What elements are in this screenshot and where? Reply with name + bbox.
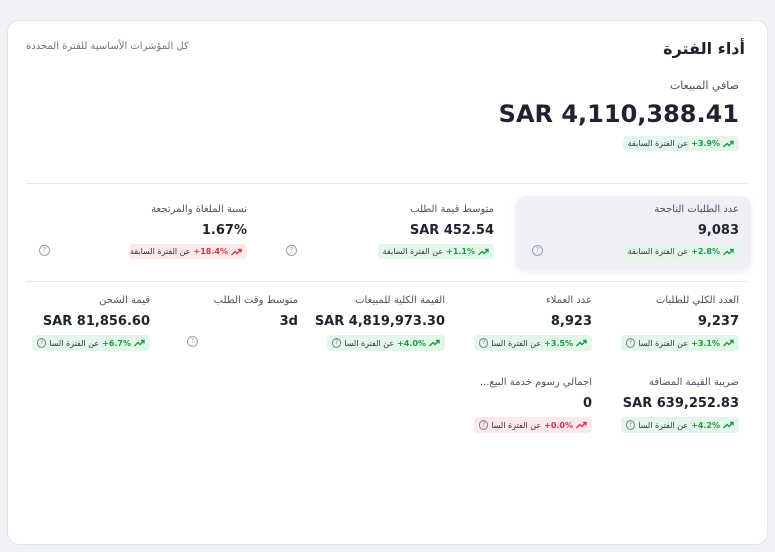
metric-change-badge: +18.4% عن الفترة السابقة xyxy=(129,244,247,259)
help-circle-icon[interactable]: ? xyxy=(332,338,342,348)
metric-change-badge: +0.0% عن الفترة السا ? xyxy=(474,417,592,433)
change-percent: +4.0% xyxy=(397,338,426,348)
net-sales-change-badge: +3.9% عن الفترة السابقة xyxy=(622,136,739,151)
change-text: عن الفترة السا xyxy=(344,338,395,348)
change-percent: +1.1% xyxy=(446,247,475,256)
metric-label: متوسط قيمة الطلب xyxy=(410,204,494,215)
change-text: عن الفترة السا xyxy=(638,338,689,348)
period-performance-card: أداء الفترة كل المؤشرات الأساسية للفترة … xyxy=(7,20,768,545)
metric-value: 8,923 xyxy=(550,314,592,329)
metric-value: 0 xyxy=(582,396,592,411)
metric-successful-orders[interactable]: عدد الطلبات الناجحة 9,083 +2.8% عن الفتر… xyxy=(539,204,739,260)
trend-up-icon xyxy=(576,339,587,347)
metric-avg-order-value[interactable]: متوسط قيمة الطلب SAR 452.54 +1.1% عن الف… xyxy=(294,204,494,260)
change-text: عن الفترة السابقة xyxy=(382,247,444,256)
metric-total-sales-value[interactable]: القيمة الكلية للمبيعات SAR 4,819,973.30 … xyxy=(305,295,445,351)
change-percent: +3.1% xyxy=(691,338,720,348)
help-circle-icon[interactable]: ? xyxy=(187,336,198,347)
trend-up-icon xyxy=(723,248,734,256)
help-circle-icon[interactable]: ? xyxy=(479,338,489,348)
trend-up-icon xyxy=(723,421,734,429)
metric-avg-order-time[interactable]: متوسط وقت الطلب 3d xyxy=(178,295,298,329)
metric-value: 9,083 xyxy=(697,223,739,238)
metric-change-badge: +4.0% عن الفترة السا ? xyxy=(327,335,445,351)
metric-customer-count[interactable]: عدد العملاء 8,923 +3.5% عن الفترة السا ? xyxy=(452,295,592,351)
change-percent: +3.5% xyxy=(544,338,573,348)
divider xyxy=(26,183,749,184)
trend-up-icon xyxy=(429,339,440,347)
change-text: عن الفترة السا xyxy=(491,338,542,348)
net-sales-value: SAR 4,110,388.41 xyxy=(498,100,739,128)
metric-value: SAR 452.54 xyxy=(409,223,494,238)
change-text: عن الفترة السا xyxy=(49,338,100,348)
change-percent: +4.2% xyxy=(691,420,720,430)
trend-up-icon xyxy=(576,421,587,429)
change-text: عن الفترة السابقة xyxy=(130,247,191,256)
change-percent: +0.0% xyxy=(544,420,573,430)
change-text: عن الفترة السابقة xyxy=(627,139,689,148)
metric-value: 3d xyxy=(279,314,298,329)
trend-up-icon xyxy=(231,248,242,256)
metric-change-badge: +3.5% عن الفترة السا ? xyxy=(474,335,592,351)
help-circle-icon[interactable]: ? xyxy=(626,420,636,430)
change-percent: +6.7% xyxy=(102,338,131,348)
change-percent: +18.4% xyxy=(193,247,228,256)
metric-value: SAR 639,252.83 xyxy=(622,396,739,411)
metric-total-orders[interactable]: العدد الكلي للطلبات 9,237 +3.1% عن الفتر… xyxy=(599,295,739,351)
help-circle-icon[interactable]: ? xyxy=(39,245,50,256)
metric-label: القيمة الكلية للمبيعات xyxy=(355,295,445,306)
metric-sales-service-fees[interactable]: اجمالي رسوم خدمة البيع... 0 +0.0% عن الف… xyxy=(452,377,592,433)
metric-shipping-value[interactable]: قيمة الشحن SAR 81,856.60 +6.7% عن الفترة… xyxy=(25,295,150,351)
metric-value: 9,237 xyxy=(697,314,739,329)
metric-vat[interactable]: ضريبة القيمة المضافة SAR 639,252.83 +4.2… xyxy=(599,377,739,433)
metric-label: العدد الكلي للطلبات xyxy=(655,295,739,306)
help-circle-icon[interactable]: ? xyxy=(286,245,297,256)
metric-value: SAR 4,819,973.30 xyxy=(314,314,445,329)
help-circle-icon[interactable]: ? xyxy=(37,338,47,348)
help-circle-icon[interactable]: ? xyxy=(532,245,543,256)
trend-up-icon xyxy=(723,140,734,148)
metric-label: عدد الطلبات الناجحة xyxy=(654,204,739,215)
metric-label: قيمة الشحن xyxy=(99,295,150,306)
trend-up-icon xyxy=(723,339,734,347)
help-circle-icon[interactable]: ? xyxy=(626,338,636,348)
card-title: أداء الفترة xyxy=(663,39,745,58)
trend-up-icon xyxy=(478,248,489,256)
change-text: عن الفترة السا xyxy=(491,420,542,430)
card-subtitle: كل المؤشرات الأساسية للفترة المحددة xyxy=(26,41,189,52)
metric-change-badge: +4.2% عن الفترة السا ? xyxy=(621,417,739,433)
change-percent: +2.8% xyxy=(691,247,720,256)
metric-change-badge: +3.1% عن الفترة السا ? xyxy=(621,335,739,351)
net-sales-metric: صافي المبيعات SAR 4,110,388.41 +3.9% عن … xyxy=(499,79,739,152)
metric-label: متوسط وقت الطلب xyxy=(213,295,298,306)
divider xyxy=(26,281,749,282)
change-text: عن الفترة السا xyxy=(638,420,689,430)
metric-change-badge: +1.1% عن الفترة السابقة xyxy=(377,244,494,259)
change-percent: +3.9% xyxy=(691,139,720,148)
metric-change-badge: +2.8% عن الفترة السابقة xyxy=(622,244,739,259)
change-text: عن الفترة السابقة xyxy=(627,247,689,256)
metric-label: نسبة الملغاة والمرتجعة xyxy=(151,204,247,215)
metric-label: ضريبة القيمة المضافة xyxy=(648,377,739,388)
net-sales-label: صافي المبيعات xyxy=(669,79,739,92)
metric-label: اجمالي رسوم خدمة البيع... xyxy=(479,377,592,388)
help-circle-icon[interactable]: ? xyxy=(479,420,489,430)
metric-label: عدد العملاء xyxy=(546,295,592,306)
metric-cancel-return-rate[interactable]: نسبة الملغاة والمرتجعة 1.67% +18.4% عن ا… xyxy=(47,204,247,260)
metric-change-badge: +6.7% عن الفترة السا ? xyxy=(32,335,150,351)
metric-value: SAR 81,856.60 xyxy=(42,314,150,329)
metric-value: 1.67% xyxy=(201,223,247,238)
trend-up-icon xyxy=(134,339,145,347)
